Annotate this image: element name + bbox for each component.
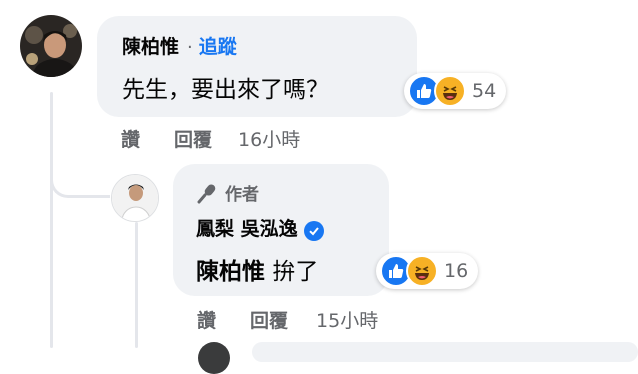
microphone-icon	[196, 182, 218, 204]
reply-text: 拚了	[272, 259, 319, 285]
comment-like-button[interactable]: 讚	[121, 125, 140, 152]
reply-header: 鳳梨 吳泓逸	[196, 214, 324, 241]
reply-actions: 讚 回覆 15小時	[197, 306, 378, 333]
reply-connector	[50, 150, 110, 198]
author-badge: 作者	[196, 180, 259, 205]
author-badge-label: 作者	[225, 185, 259, 205]
comment-reactions[interactable]: 54	[404, 73, 507, 109]
reply-mention-link[interactable]: 陳柏惟	[196, 259, 265, 285]
comment-bubble: 陳柏惟 · 追蹤 先生，要出來了嗎？	[97, 16, 417, 117]
next-reply-bubble	[252, 342, 638, 362]
comment-author-name[interactable]: 陳柏惟	[122, 36, 179, 58]
reply-author-avatar[interactable]	[111, 174, 159, 222]
haha-icon	[406, 255, 438, 287]
reply-author-name[interactable]: 鳳梨 吳泓逸	[196, 218, 298, 240]
comment-header: 陳柏惟 · 追蹤	[122, 32, 237, 59]
verified-badge-icon	[303, 220, 324, 241]
reply-reaction-count: 16	[444, 260, 469, 282]
separator-dot: ·	[187, 37, 193, 58]
comment-timestamp[interactable]: 16小時	[238, 125, 300, 152]
thread-line	[50, 92, 53, 348]
reply-reply-button[interactable]: 回覆	[250, 306, 288, 333]
reply-timestamp[interactable]: 15小時	[316, 306, 378, 333]
reply-bubble: 作者 鳳梨 吳泓逸 陳柏惟 拚了	[173, 164, 389, 296]
comment-reply-button[interactable]: 回覆	[174, 125, 212, 152]
comment-actions: 讚 回覆 16小時	[121, 125, 300, 152]
comment-reaction-count: 54	[472, 80, 497, 102]
commenter-avatar[interactable]	[20, 15, 82, 77]
reply-reactions[interactable]: 16	[376, 253, 479, 289]
reply-thread-line	[135, 222, 138, 348]
comment-text: 先生，要出來了嗎？	[122, 77, 329, 103]
reply-like-button[interactable]: 讚	[197, 306, 216, 333]
next-reply-avatar[interactable]	[198, 342, 230, 374]
reply-text-line: 陳柏惟 拚了	[196, 252, 318, 286]
haha-icon	[434, 75, 466, 107]
follow-link[interactable]: 追蹤	[199, 36, 237, 58]
